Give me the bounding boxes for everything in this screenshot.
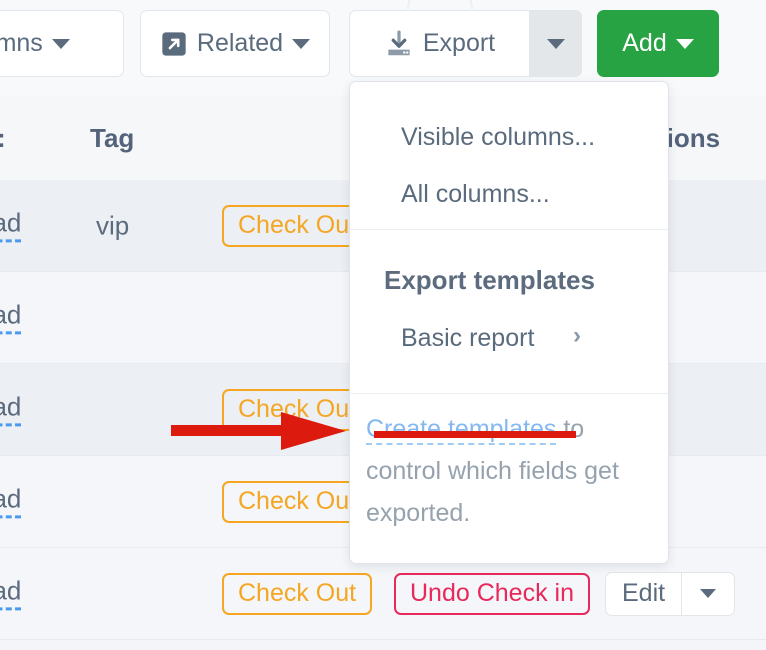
chevron-down-icon [51,38,70,49]
download-link[interactable]: oad [0,300,22,335]
add-button[interactable]: Add [597,10,719,77]
undo-check-in-button[interactable]: Undo Check in [394,572,590,615]
chevron-down-icon [700,589,717,598]
export-templates-hint: Create templates to control which fields… [366,408,654,534]
chevron-down-icon [546,38,565,49]
check-out-button[interactable]: Check Ou [222,388,366,431]
download-link[interactable]: oad [0,208,22,243]
related-button[interactable]: Related [140,10,330,77]
export-count-badge: 115 [424,0,456,4]
check-out-button[interactable]: Check Ou [222,204,366,247]
columns-button-label: olumns [0,29,43,57]
edit-button-group: Edit [605,571,736,616]
chevron-down-icon [292,38,311,49]
export-button-label: Export [422,29,496,57]
related-button-group: Related [140,10,330,77]
menu-section-title: Export templates [384,265,595,295]
download-link[interactable]: oad [0,484,22,519]
add-button-group: Add [597,10,719,77]
chevron-down-icon [675,38,694,49]
chevron-right-icon: › [573,322,581,349]
create-templates-link[interactable]: Create templates [366,415,557,445]
menu-item-all-columns[interactable]: All columns... [350,182,670,207]
check-out-button[interactable]: Check Ou [222,480,366,523]
check-out-button[interactable]: Check Out [222,572,373,615]
menu-divider [350,393,668,394]
columns-button[interactable]: olumns [0,10,124,77]
export-button[interactable]: 115 Export [349,0,529,77]
menu-item-visible-columns[interactable]: Visible columns... [350,125,670,150]
column-header-tag: Tag [90,123,135,153]
edit-button[interactable]: Edit [605,571,682,616]
download-link[interactable]: oad [0,576,22,611]
tag-value: vip [96,210,130,240]
related-button-label: Related [196,29,284,57]
menu-divider [350,229,668,230]
external-link-icon [160,30,188,58]
add-button-label: Add [622,29,667,57]
columns-button-group: olumns [0,10,124,77]
download-link[interactable]: oad [0,392,22,427]
export-button-group: 115 Export [349,0,582,77]
export-dropdown-toggle[interactable] [529,10,582,77]
column-header-partial: : [0,123,6,154]
export-dropdown-menu: Visible columns... All columns... Export… [349,81,669,564]
row-actions-dropdown-toggle[interactable] [681,571,736,616]
download-icon [384,29,414,59]
menu-item-basic-report[interactable]: Basic report [401,326,534,351]
